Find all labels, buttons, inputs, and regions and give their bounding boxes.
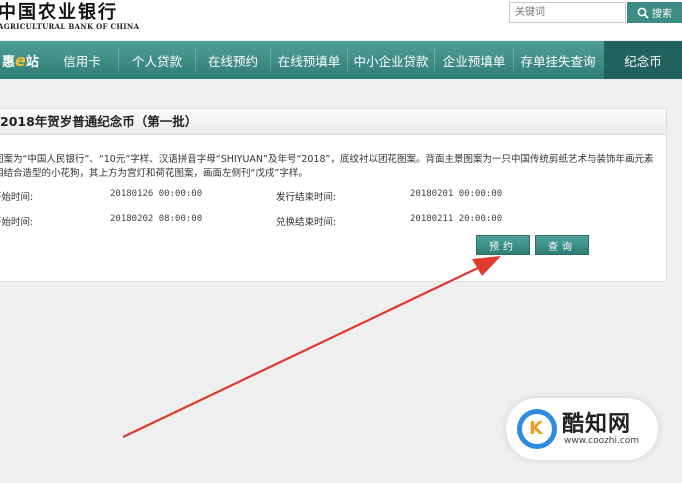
coozhi-logo-letter: K — [529, 418, 543, 439]
coozhi-watermark: K 酷知网 www.coozhi.com — [506, 398, 658, 460]
coozhi-logo-icon: K — [517, 409, 557, 449]
watermark-url: www.coozhi.com — [564, 436, 640, 446]
watermark-title: 酷知网 — [562, 412, 632, 437]
